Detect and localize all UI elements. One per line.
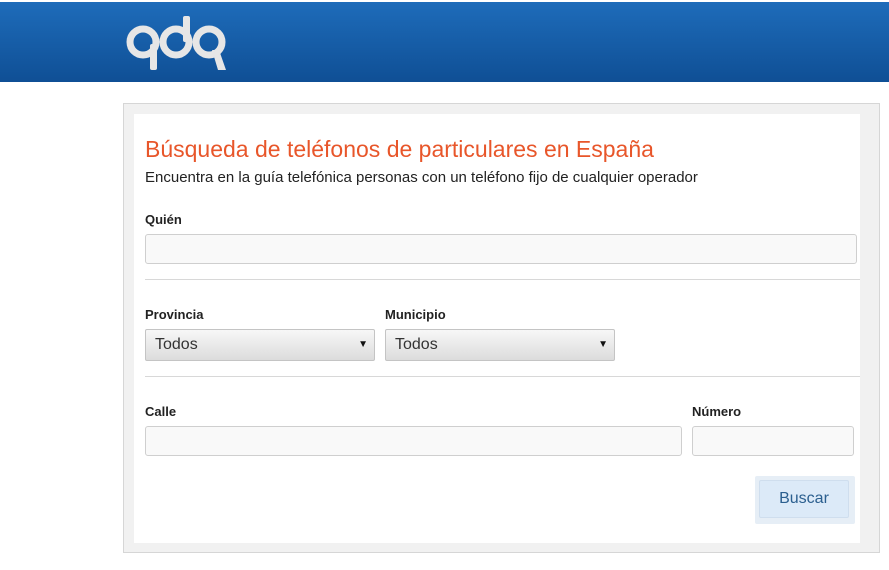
search-card: Búsqueda de teléfonos de particulares en…	[123, 103, 880, 553]
triangle-down-icon: ▼	[598, 339, 608, 350]
numero-label: Número	[692, 404, 742, 419]
quien-label: Quién	[145, 212, 182, 227]
provincia-select[interactable]: Todos ▼	[145, 329, 375, 361]
municipio-select[interactable]: Todos ▼	[385, 329, 615, 361]
triangle-down-icon: ▼	[358, 339, 368, 350]
calle-input[interactable]	[145, 426, 682, 456]
calle-label: Calle	[145, 404, 177, 419]
municipio-selected-value: Todos	[395, 336, 438, 353]
provincia-label: Provincia	[145, 307, 204, 322]
page-subtitle: Encuentra en la guía telefónica personas…	[145, 169, 698, 186]
municipio-label: Municipio	[385, 307, 446, 322]
qdq-logo[interactable]: qdq	[126, 14, 226, 72]
provincia-selected-value: Todos	[155, 336, 198, 353]
search-button-wrapper: Buscar	[755, 476, 855, 524]
divider	[145, 376, 860, 377]
numero-input[interactable]	[692, 426, 854, 456]
page-title: Búsqueda de teléfonos de particulares en…	[145, 136, 654, 162]
quien-input[interactable]	[145, 234, 857, 264]
search-button[interactable]: Buscar	[759, 480, 849, 518]
divider	[145, 279, 860, 280]
top-header-bar: qdq	[0, 2, 889, 82]
search-form: Búsqueda de teléfonos de particulares en…	[134, 114, 860, 543]
